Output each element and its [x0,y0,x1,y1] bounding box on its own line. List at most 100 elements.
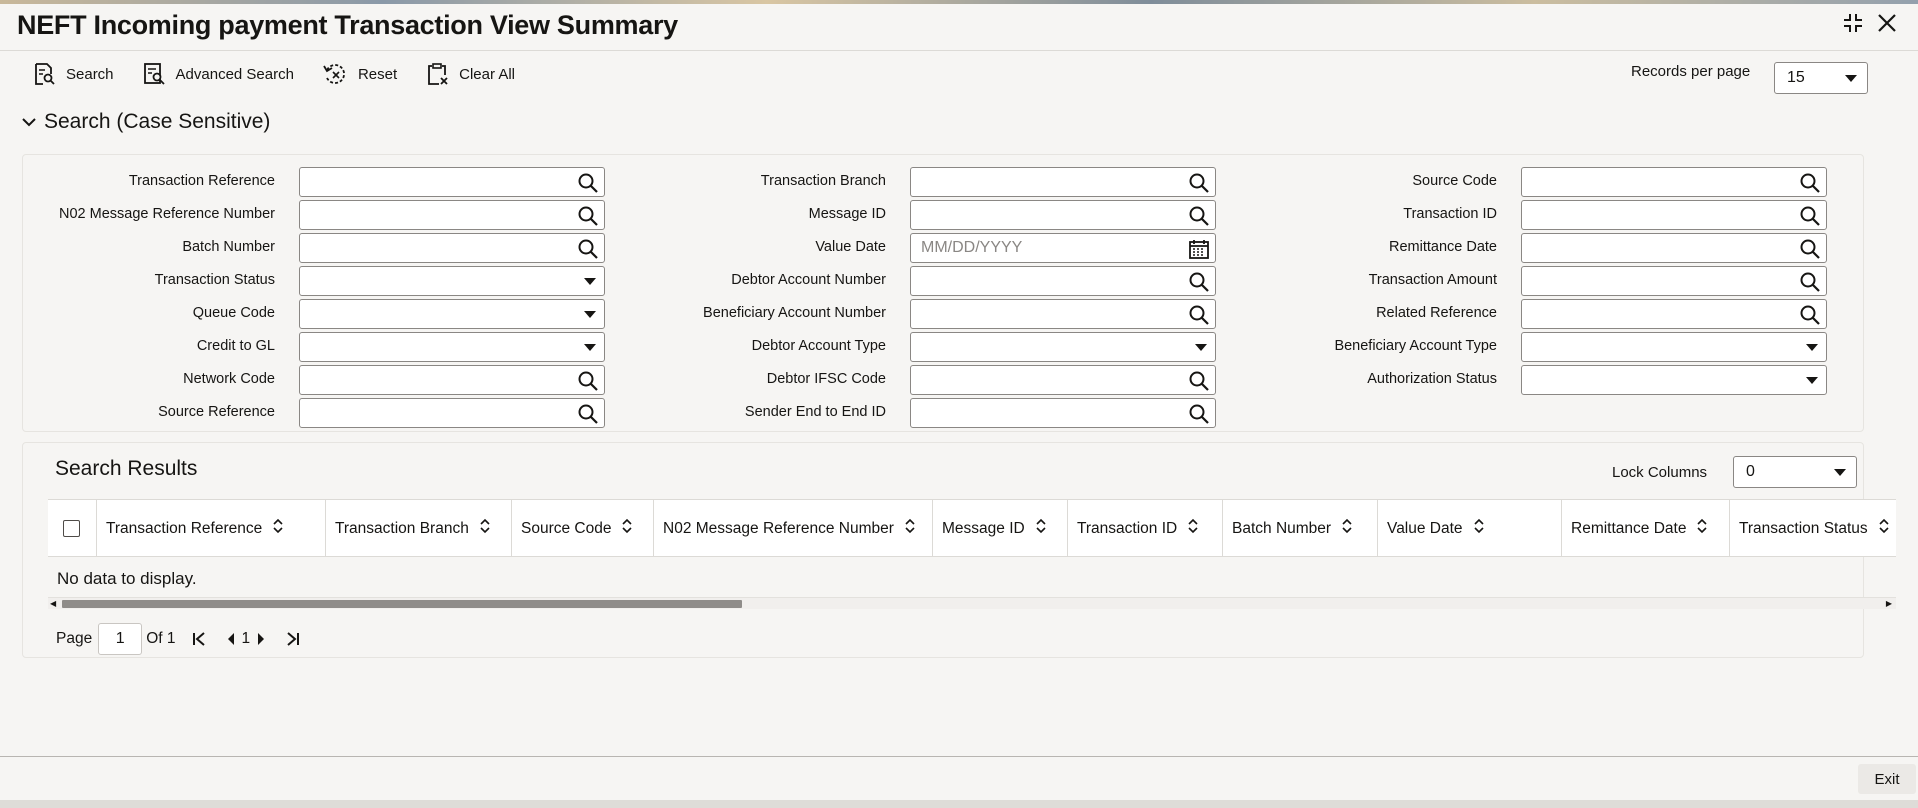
search-icon[interactable] [1188,403,1210,430]
horizontal-scrollbar[interactable]: ◀ ▶ [48,597,1896,609]
column-header-remittance-date[interactable]: Remittance Date [1561,500,1729,557]
transaction-id-input[interactable] [1521,200,1827,230]
sort-icon[interactable] [621,518,633,539]
search-icon[interactable] [1799,238,1821,265]
queue-code-select[interactable] [299,299,605,329]
authorization-status-label: Authorization Status [1367,371,1497,387]
page-title: NEFT Incoming payment Transaction View S… [17,10,678,40]
beneficiary-account-type-label: Beneficiary Account Type [1334,338,1497,354]
transaction-status-select[interactable] [299,266,605,296]
debtor-account-number-input[interactable] [910,266,1216,296]
next-page-icon [258,633,265,645]
pagination: Page 1 Of 1 1 [56,623,300,655]
batch-number-label: Batch Number [182,239,275,255]
search-button-label: Search [66,65,114,83]
page-of-label: Of 1 [146,630,176,647]
sort-icon[interactable] [1473,518,1485,539]
n02-message-reference-number-input[interactable] [299,200,605,230]
sort-icon[interactable] [904,518,916,539]
network-code-input[interactable] [299,365,605,395]
transaction-reference-label: Transaction Reference [128,173,275,189]
remittance-date-input[interactable] [1521,233,1827,263]
transaction-amount-label: Transaction Amount [1368,272,1497,288]
previous-page-button[interactable] [226,632,236,646]
column-header-transaction-reference[interactable]: Transaction Reference [96,500,325,557]
debtor-account-type-select[interactable] [910,332,1216,362]
exit-button-label: Exit [1874,770,1900,788]
sort-icon[interactable] [1696,518,1708,539]
chevron-down-icon [1845,75,1857,82]
first-page-button[interactable] [192,631,208,647]
search-icon[interactable] [1799,304,1821,331]
select-all-checkbox[interactable] [63,520,80,537]
source-reference-input[interactable] [299,398,605,428]
queue-code-label: Queue Code [192,305,275,321]
clear-all-button[interactable]: Clear All [425,62,515,86]
records-per-page-select[interactable]: 15 [1774,62,1868,94]
debtor-ifsc-code-label: Debtor IFSC Code [766,371,886,387]
sort-icon[interactable] [1035,518,1047,539]
search-button[interactable]: Search [32,62,114,86]
scroll-right-icon[interactable]: ▶ [1886,599,1892,608]
column-header-batch-number[interactable]: Batch Number [1222,500,1377,557]
records-per-page-value: 15 [1787,69,1805,86]
scrollbar-thumb[interactable] [62,600,742,608]
column-header-transaction-status[interactable]: Transaction Status [1729,500,1896,557]
debtor-account-type-label: Debtor Account Type [751,338,886,354]
chevron-down-icon [22,118,36,127]
column-header-transaction-id[interactable]: Transaction ID [1067,500,1222,557]
debtor-ifsc-code-input[interactable] [910,365,1216,395]
sort-icon[interactable] [272,518,284,539]
search-section-title: Search (Case Sensitive) [44,110,271,133]
batch-number-input[interactable] [299,233,605,263]
chevron-down-icon [1806,344,1818,351]
sort-icon[interactable] [479,518,491,539]
column-header-label: N02 Message Reference Number [663,519,894,537]
search-icon[interactable] [1799,271,1821,298]
close-icon[interactable] [1876,12,1898,40]
sort-icon[interactable] [1341,518,1353,539]
source-code-input[interactable] [1521,167,1827,197]
sender-end-to-end-id-input[interactable] [910,398,1216,428]
column-header-n02-message-reference-number[interactable]: N02 Message Reference Number [653,500,932,557]
search-icon[interactable] [1799,172,1821,199]
beneficiary-account-number-input[interactable] [910,299,1216,329]
search-icon[interactable] [1799,205,1821,232]
column-header-transaction-branch[interactable]: Transaction Branch [325,500,511,557]
beneficiary-account-type-select[interactable] [1521,332,1827,362]
authorization-status-select[interactable] [1521,365,1827,395]
exit-button[interactable]: Exit [1858,764,1916,794]
transaction-amount-input[interactable] [1521,266,1827,296]
search-section-toggle[interactable]: Search (Case Sensitive) [22,110,270,134]
column-header-value-date[interactable]: Value Date [1377,500,1561,557]
collapse-icon[interactable] [1842,12,1864,40]
message-id-input[interactable] [910,200,1216,230]
title-divider [0,50,1918,51]
column-header-source-code[interactable]: Source Code [511,500,653,557]
related-reference-input[interactable] [1521,299,1827,329]
first-page-icon [192,632,205,646]
sort-icon[interactable] [1878,518,1890,539]
next-page-button[interactable] [256,632,266,646]
transaction-branch-input[interactable] [910,167,1216,197]
advanced-search-button[interactable]: Advanced Search [142,62,294,86]
credit-to-gl-select[interactable] [299,332,605,362]
current-page-indicator: 1 [241,630,251,647]
column-header-message-id[interactable]: Message ID [932,500,1067,557]
value-date-field[interactable]: MM/DD/YYYY [910,233,1216,263]
column-header-label: Batch Number [1232,519,1332,537]
scroll-left-icon[interactable]: ◀ [50,599,56,608]
lock-columns-label: Lock Columns [1612,464,1708,481]
page-number-input[interactable]: 1 [98,623,143,655]
search-results-panel: Search Results Lock Columns 0 Transactio… [22,442,1896,658]
reset-button[interactable]: Reset [322,62,397,86]
page-label: Page [56,630,93,647]
reset-button-label: Reset [357,65,398,83]
transaction-reference-input[interactable] [299,167,605,197]
last-page-button[interactable] [284,631,300,647]
n02-message-reference-number-label: N02 Message Reference Number [59,206,275,222]
advanced-search-button-label: Advanced Search [175,65,294,83]
lock-columns-select[interactable]: 0 [1733,456,1857,488]
clear-all-button-label: Clear All [459,65,515,83]
sort-icon[interactable] [1187,518,1199,539]
